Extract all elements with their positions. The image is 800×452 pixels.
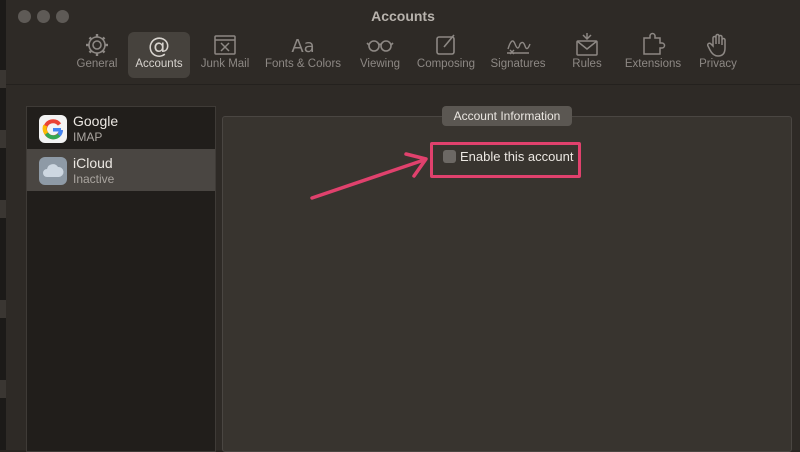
accounts-preferences-window: Accounts General @ Accounts Junk Mail Aa	[6, 0, 800, 452]
rules-envelope-icon	[564, 32, 610, 58]
svg-text:@: @	[148, 34, 170, 58]
tab-viewing[interactable]: Viewing	[352, 32, 408, 78]
tab-extensions[interactable]: Extensions	[618, 32, 688, 78]
at-icon: @	[128, 32, 190, 59]
toolbar-divider	[6, 84, 800, 85]
account-status: Inactive	[73, 172, 115, 186]
tab-composing[interactable]: Composing	[412, 32, 480, 78]
tab-accounts[interactable]: @ Accounts	[128, 32, 190, 78]
hand-icon	[692, 32, 744, 58]
tab-fonts-colors[interactable]: Aa Fonts & Colors	[260, 32, 346, 78]
tab-label: Rules	[572, 58, 602, 70]
tab-label: Composing	[416, 58, 476, 70]
tab-label: Signatures	[490, 58, 546, 70]
font-icon: Aa	[260, 32, 346, 58]
tab-junk-mail[interactable]: Junk Mail	[196, 32, 254, 78]
glasses-icon	[352, 32, 408, 58]
puzzle-icon	[618, 32, 688, 58]
annotation-arrow	[310, 152, 428, 200]
account-name: iCloud	[73, 155, 113, 171]
annotation-highlight-box	[430, 142, 581, 178]
tab-signatures[interactable]: Signatures	[484, 32, 552, 78]
tab-label: Viewing	[359, 58, 401, 70]
window-title: Accounts	[371, 8, 435, 24]
compose-icon	[412, 32, 480, 58]
gear-icon	[70, 32, 124, 58]
tab-rules[interactable]: Rules	[564, 32, 610, 78]
tab-general[interactable]: General	[70, 32, 124, 78]
account-item-google[interactable]: Google IMAP	[27, 107, 215, 149]
tab-label: Accounts	[135, 58, 183, 70]
tab-label: Privacy	[699, 58, 737, 70]
tab-account-information[interactable]: Account Information	[442, 106, 572, 126]
account-name: Google	[73, 113, 119, 129]
tab-label: Extensions	[624, 58, 682, 70]
google-logo-icon	[39, 115, 67, 143]
icloud-icon	[39, 157, 67, 185]
tab-label: General	[76, 58, 118, 70]
svg-text:Aa: Aa	[291, 36, 314, 57]
account-list: Google IMAP iCloud Inactive	[26, 106, 216, 452]
tab-label: Junk Mail	[200, 58, 250, 70]
account-item-icloud[interactable]: iCloud Inactive	[27, 149, 215, 191]
junk-mail-icon	[196, 32, 254, 58]
account-type: IMAP	[73, 130, 103, 144]
signature-icon	[484, 32, 552, 58]
tab-privacy[interactable]: Privacy	[692, 32, 744, 78]
preferences-toolbar: General @ Accounts Junk Mail Aa Fonts & …	[6, 28, 800, 80]
tab-label: Fonts & Colors	[264, 58, 342, 70]
